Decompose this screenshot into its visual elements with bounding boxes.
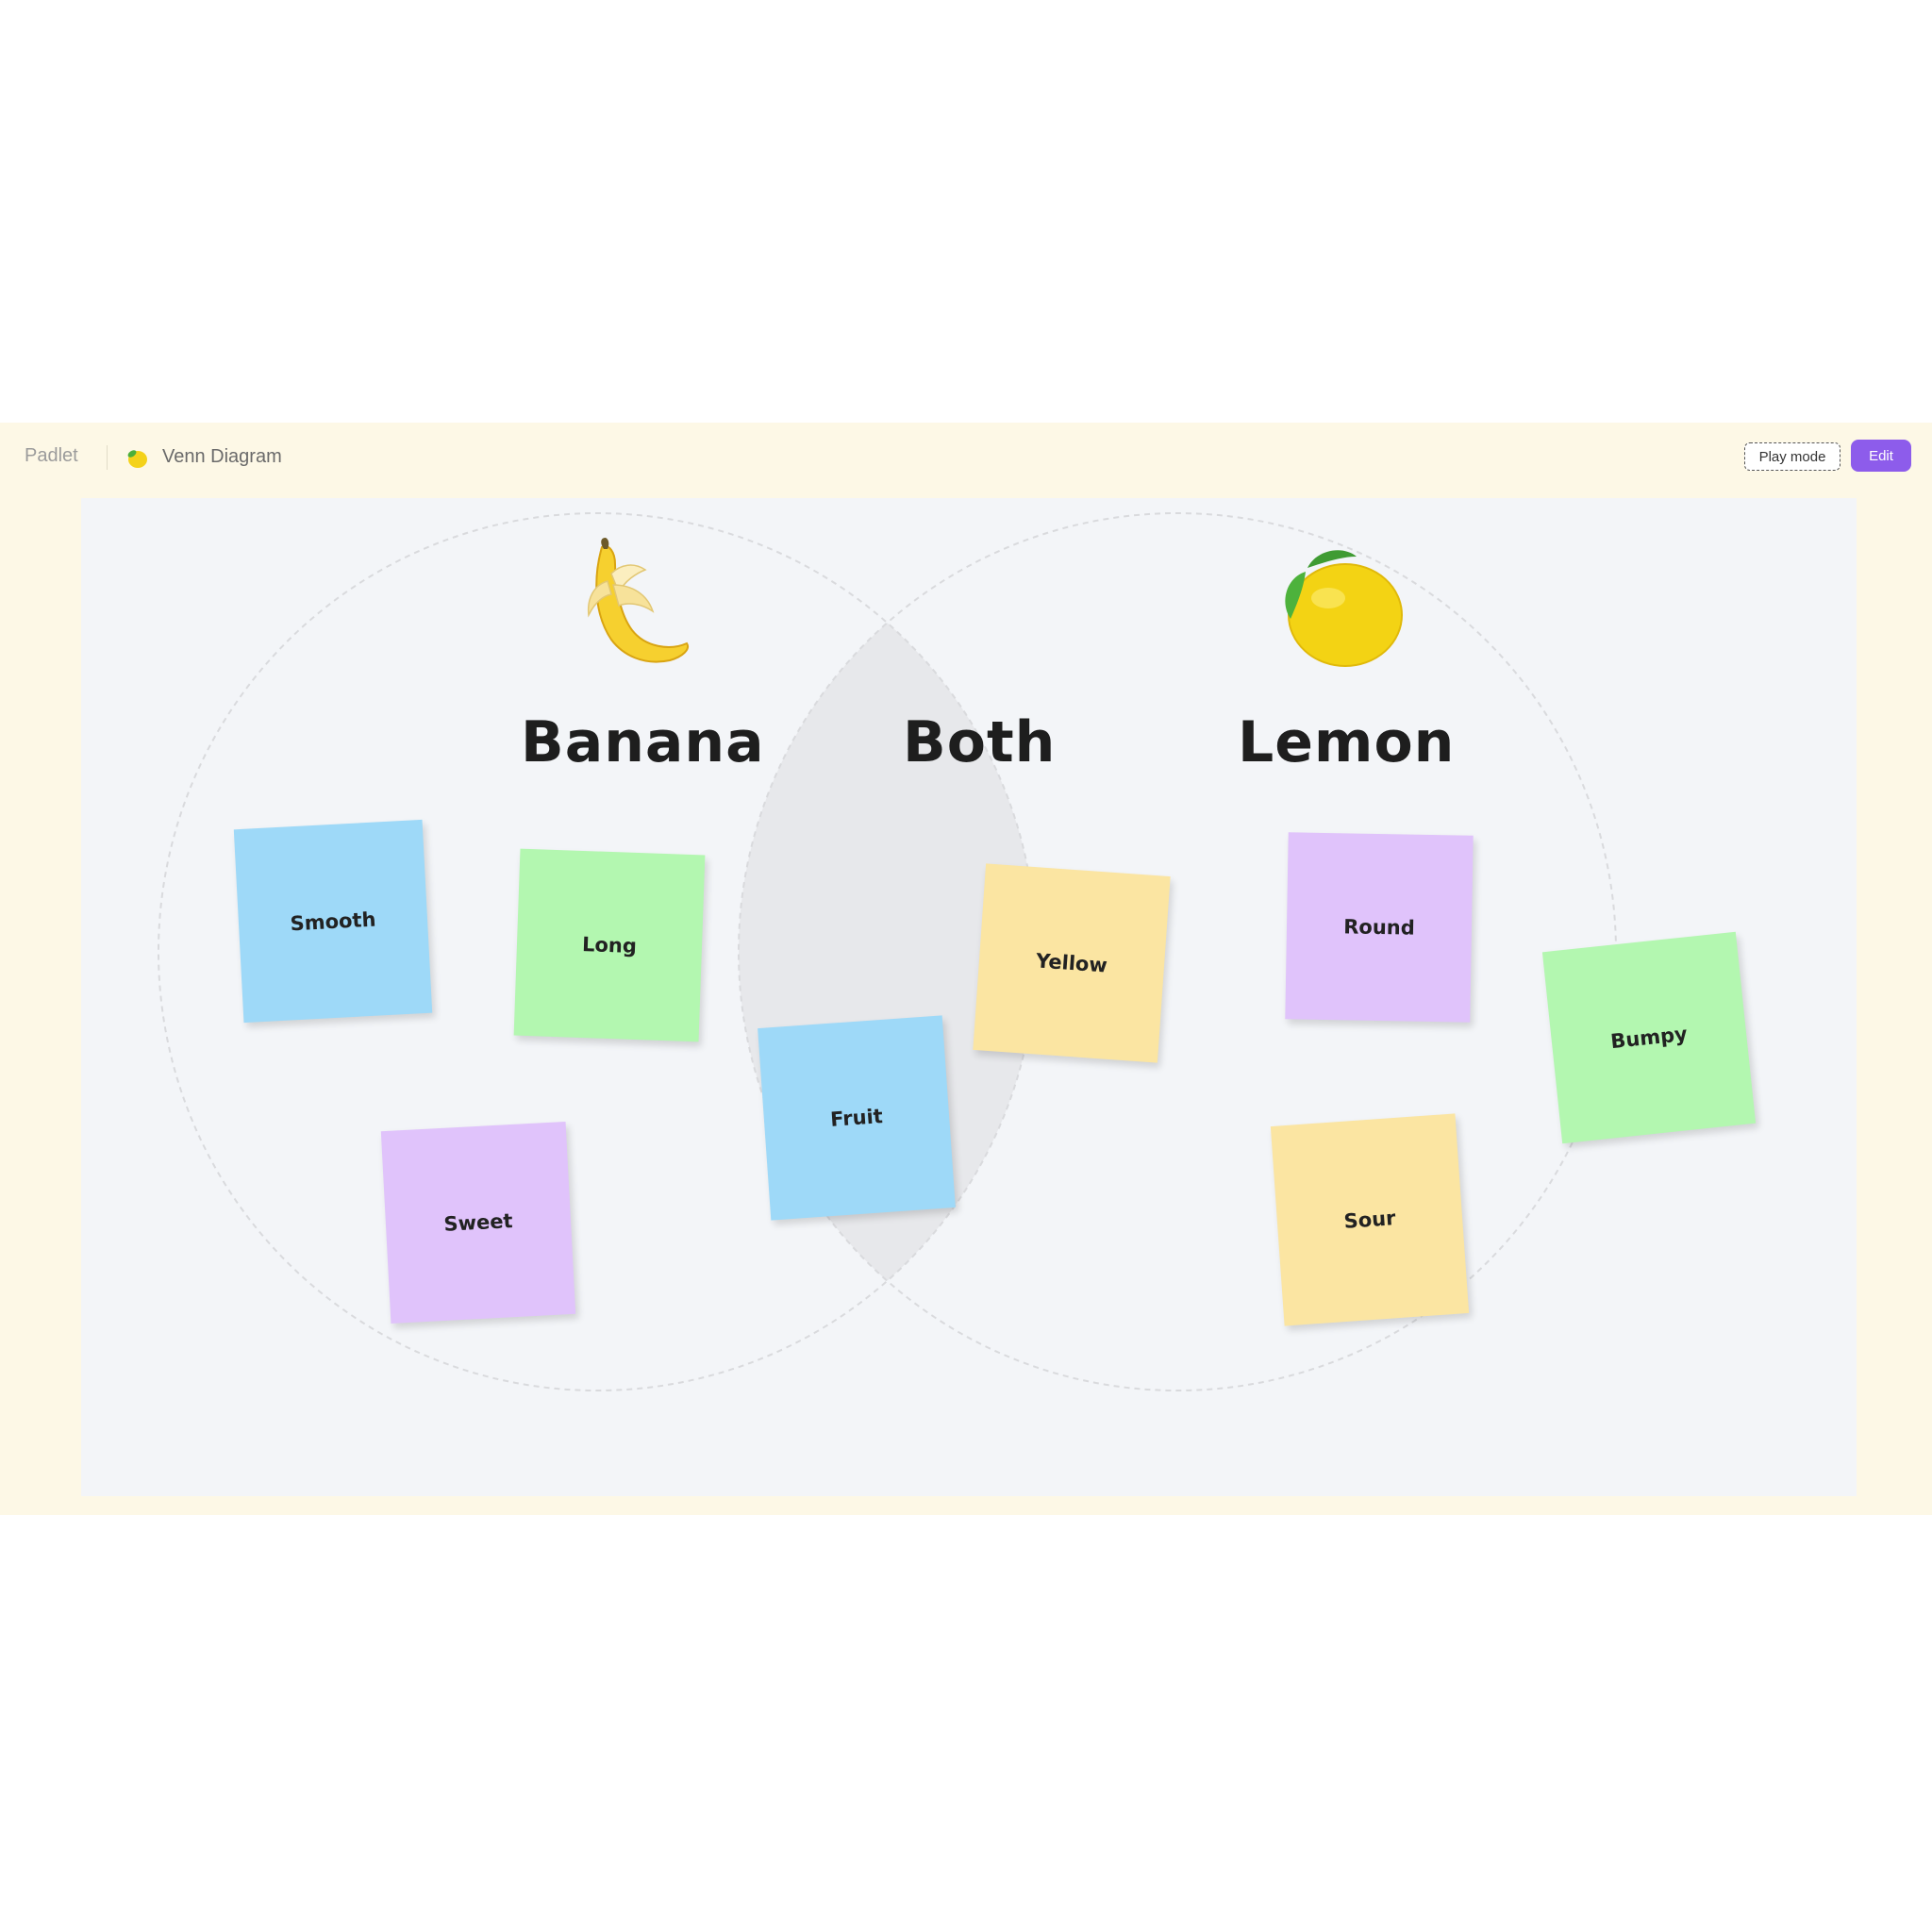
divider [107, 445, 108, 470]
sticky-note[interactable]: Bumpy [1541, 931, 1757, 1144]
note-text: Yellow [1035, 949, 1108, 977]
brand-logo[interactable]: Padlet [25, 445, 78, 467]
board-title[interactable]: Venn Diagram [162, 446, 282, 468]
heading-banana: Banana [521, 709, 765, 775]
sticky-note[interactable]: Yellow [973, 863, 1171, 1063]
heading-both: Both [903, 709, 1057, 775]
sticky-note[interactable]: Round [1285, 832, 1474, 1023]
note-text: Sweet [442, 1209, 514, 1236]
edit-button[interactable]: Edit [1851, 440, 1911, 472]
lemon-icon [127, 450, 147, 468]
sticky-note[interactable]: Sour [1270, 1113, 1470, 1326]
lemon-icon [1285, 550, 1403, 667]
top-bar: Padlet Venn Diagram Play mode Edit [0, 423, 1932, 494]
note-text: Sour [1342, 1207, 1397, 1233]
board-canvas[interactable]: Banana Both Lemon Smooth Long Sweet Yell… [81, 498, 1857, 1496]
banana-icon [587, 538, 689, 663]
overlap-region [739, 513, 1036, 1391]
sticky-note[interactable]: Fruit [758, 1015, 956, 1221]
note-text: Bumpy [1609, 1022, 1689, 1054]
heading-lemon: Lemon [1238, 709, 1456, 775]
note-text: Smooth [289, 908, 376, 935]
note-text: Fruit [829, 1105, 884, 1131]
sticky-note[interactable]: Sweet [380, 1122, 576, 1324]
play-mode-button[interactable]: Play mode [1744, 442, 1840, 471]
note-text: Long [581, 932, 638, 958]
sticky-note[interactable]: Smooth [233, 819, 433, 1024]
padlet-app: Padlet Venn Diagram Play mode Edit Banan… [0, 423, 1932, 1515]
sticky-note[interactable]: Long [513, 848, 706, 1042]
note-text: Round [1343, 915, 1415, 940]
